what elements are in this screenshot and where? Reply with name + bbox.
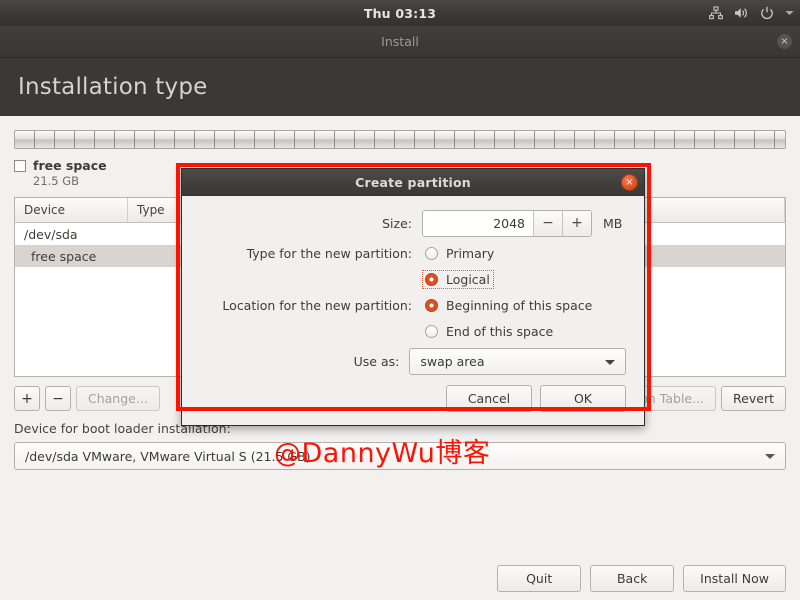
cell-device: /dev/sda [24, 226, 78, 242]
legend-label-free-space: free space [33, 158, 107, 173]
column-header-type[interactable]: Type [128, 198, 180, 222]
size-stepper: − + [422, 210, 592, 237]
system-panel: Thu 03:13 [0, 0, 800, 26]
location-label: Location for the new partition: [222, 298, 412, 313]
radio-label: Logical [446, 272, 490, 287]
create-partition-dialog: Create partition × Size: − + MB Type for… [181, 168, 645, 426]
type-row-primary: Type for the new partition: Primary [200, 244, 626, 263]
panel-indicators [709, 0, 794, 26]
chevron-down-icon [765, 454, 775, 459]
dialog-buttons: Cancel OK [200, 385, 626, 412]
chevron-down-icon [605, 359, 615, 365]
volume-icon[interactable] [734, 6, 749, 20]
radio-label: End of this space [446, 324, 554, 339]
use-as-selected-value: swap area [420, 354, 485, 369]
size-unit-label: MB [603, 216, 623, 231]
remove-partition-button[interactable]: − [45, 386, 71, 411]
watermark: @DannyWu博客 [274, 438, 491, 469]
install-now-button[interactable]: Install Now [683, 565, 786, 592]
radio-label: Primary [446, 246, 495, 261]
use-as-row: Use as: swap area [200, 348, 626, 375]
cancel-button[interactable]: Cancel [446, 385, 532, 412]
window-titlebar: Install × [0, 26, 800, 58]
type-label: Type for the new partition: [246, 246, 412, 261]
legend-swatch-free-space [14, 160, 26, 172]
window-title: Install [381, 34, 419, 49]
dialog-body: Size: − + MB Type for the new partition:… [182, 196, 644, 425]
radio-icon[interactable] [425, 273, 438, 286]
type-row-logical: Logical [200, 270, 626, 289]
quit-button[interactable]: Quit [497, 565, 582, 592]
page-header: Installation type [0, 58, 800, 116]
network-icon[interactable] [709, 6, 723, 20]
dialog-title: Create partition [355, 175, 471, 190]
radio-location-beginning[interactable]: Beginning of this space [422, 296, 596, 315]
cell-device: free space [31, 248, 97, 264]
size-control: − + MB [422, 210, 622, 237]
use-as-select[interactable]: swap area [409, 348, 626, 375]
location-row-end: End of this space [200, 322, 626, 341]
radio-icon[interactable] [425, 325, 438, 338]
power-icon[interactable] [760, 6, 774, 20]
radio-type-primary[interactable]: Primary [422, 244, 498, 263]
radio-icon[interactable] [425, 247, 438, 260]
size-label: Size: [382, 216, 412, 231]
size-row: Size: − + MB [200, 210, 626, 237]
ok-button[interactable]: OK [540, 385, 626, 412]
screen: Thu 03:13 Install × Installation type fr… [0, 0, 800, 600]
legend-size-free-space: 21.5 GB [33, 174, 80, 188]
chevron-down-icon[interactable] [785, 10, 794, 16]
size-increment-button[interactable]: + [562, 211, 591, 236]
radio-icon[interactable] [425, 299, 438, 312]
location-row-beginning: Location for the new partition: Beginnin… [200, 296, 626, 315]
window-close-icon[interactable]: × [777, 34, 792, 49]
disk-usage-bar[interactable] [14, 130, 786, 149]
column-header-device[interactable]: Device [15, 198, 128, 222]
change-partition-button[interactable]: Change... [76, 386, 160, 411]
clock[interactable]: Thu 03:13 [364, 6, 436, 21]
size-input[interactable] [423, 211, 533, 236]
radio-location-end[interactable]: End of this space [422, 322, 557, 341]
revert-button[interactable]: Revert [721, 386, 786, 411]
bottom-button-bar: Quit Back Install Now [497, 565, 786, 592]
page-title: Installation type [18, 74, 208, 100]
radio-label: Beginning of this space [446, 298, 593, 313]
dialog-titlebar: Create partition × [182, 169, 644, 196]
size-decrement-button[interactable]: − [533, 211, 562, 236]
add-partition-button[interactable]: + [14, 386, 40, 411]
dialog-close-icon[interactable]: × [621, 174, 638, 191]
back-button[interactable]: Back [590, 565, 675, 592]
radio-type-logical[interactable]: Logical [422, 270, 494, 289]
bootloader-selected-value: /dev/sda VMware, VMware Virtual S (21.5 … [25, 448, 311, 464]
use-as-label: Use as: [353, 354, 400, 369]
